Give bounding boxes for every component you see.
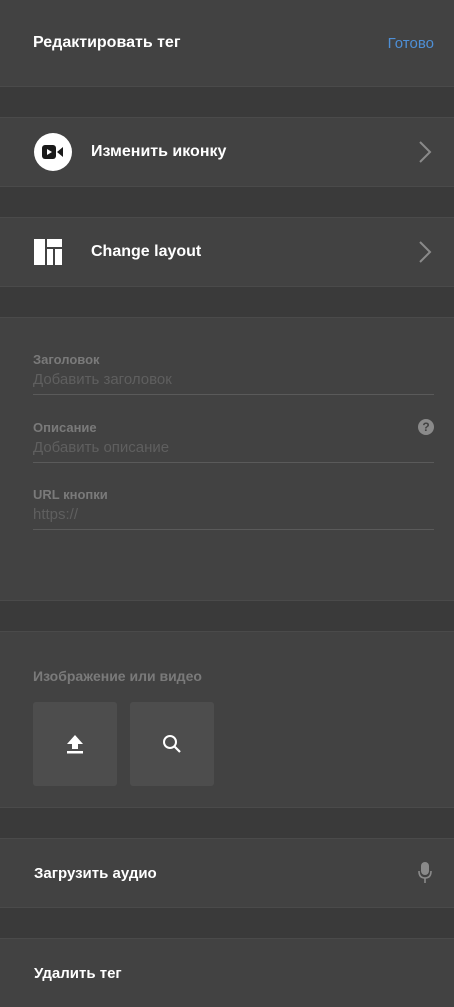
media-section: Изображение или видео <box>0 632 454 807</box>
description-label-text: Описание <box>33 419 97 435</box>
change-icon-label: Изменить иконку <box>91 143 227 160</box>
chevron-right-icon <box>419 141 432 163</box>
title-field-label: Заголовок <box>33 352 434 367</box>
upload-media-button[interactable] <box>33 702 117 786</box>
section-divider <box>0 286 454 318</box>
page-title: Редактировать тег <box>33 34 181 51</box>
help-icon[interactable]: ? <box>418 419 434 435</box>
delete-tag-label: Удалить тег <box>34 964 122 982</box>
tag-form: Заголовок Описание ? URL кнопки <box>0 318 454 600</box>
change-layout-label: Change layout <box>91 243 202 260</box>
description-input[interactable] <box>33 435 434 463</box>
upload-icon <box>67 735 83 754</box>
chevron-right-icon <box>419 241 432 263</box>
video-camera-icon <box>34 133 72 171</box>
title-input[interactable] <box>33 367 434 395</box>
section-divider <box>0 86 454 118</box>
url-field-group: URL кнопки <box>33 487 434 530</box>
title-field-group: Заголовок <box>33 352 434 395</box>
media-buttons <box>33 702 434 786</box>
search-icon <box>163 735 181 753</box>
section-divider <box>0 186 454 218</box>
edit-tag-panel: Редактировать тег Готово Изменить иконку <box>0 0 454 1007</box>
search-media-button[interactable] <box>130 702 214 786</box>
section-divider <box>0 907 454 939</box>
delete-tag-row[interactable]: Удалить тег <box>0 939 454 1007</box>
section-divider <box>0 807 454 839</box>
microphone-icon <box>418 862 432 883</box>
upload-audio-label: Загрузить аудио <box>34 864 157 882</box>
url-field-label: URL кнопки <box>33 487 434 502</box>
layout-icon <box>34 233 72 271</box>
url-label-text: URL кнопки <box>33 487 108 502</box>
change-icon-row[interactable]: Изменить иконку <box>0 118 454 186</box>
upload-audio-row[interactable]: Загрузить аудио <box>0 839 454 907</box>
media-label: Изображение или видео <box>33 668 202 684</box>
done-button[interactable]: Готово <box>388 35 434 52</box>
url-input[interactable] <box>33 502 434 530</box>
section-divider <box>0 600 454 632</box>
title-label-text: Заголовок <box>33 352 100 367</box>
panel-header: Редактировать тег Готово <box>0 0 454 86</box>
description-field-group: Описание ? <box>33 419 434 463</box>
description-field-label: Описание ? <box>33 419 434 435</box>
change-layout-row[interactable]: Change layout <box>0 218 454 286</box>
